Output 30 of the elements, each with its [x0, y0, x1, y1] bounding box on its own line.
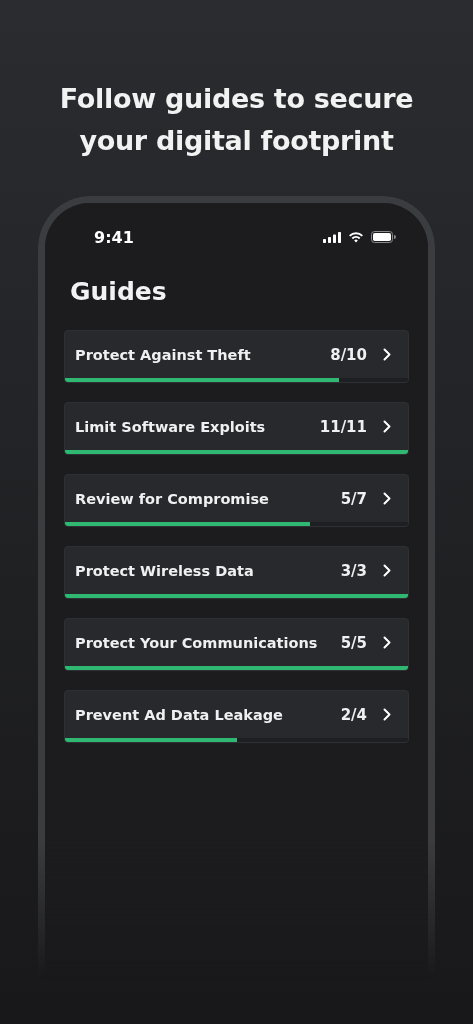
guide-card[interactable]: Prevent Ad Data Leakage 2/4	[64, 690, 409, 743]
signal-icon	[323, 231, 341, 243]
chevron-right-icon	[383, 708, 391, 721]
wifi-icon	[348, 231, 364, 243]
guide-progress-count: 2/4	[340, 705, 367, 724]
chevron-right-icon	[383, 492, 391, 505]
guide-card[interactable]: Review for Compromise 5/7	[64, 474, 409, 527]
guide-name: Protect Against Theft	[75, 346, 252, 363]
guide-card[interactable]: Limit Software Exploits 11/11	[64, 402, 409, 455]
chevron-right-icon	[383, 420, 391, 433]
guide-progress-count: 11/11	[319, 417, 367, 436]
battery-icon	[371, 231, 396, 243]
guide-card[interactable]: Protect Against Theft 8/10	[64, 330, 409, 383]
chevron-right-icon	[383, 348, 391, 361]
chevron-right-icon	[383, 564, 391, 577]
guide-name: Limit Software Exploits	[75, 418, 267, 435]
guide-progress-count: 5/5	[340, 633, 367, 652]
screen-title: Guides	[69, 276, 168, 308]
status-time: 9:41	[94, 227, 134, 247]
guide-name: Protect Your Communications	[75, 634, 319, 651]
guide-progress-count: 8/10	[330, 345, 367, 364]
headline: Follow guides to secure your digital footprint	[58, 82, 415, 158]
guide-progress-count: 5/7	[340, 489, 367, 508]
guide-name: Review for Compromise	[75, 490, 270, 507]
guide-name: Protect Wireless Data	[75, 562, 255, 579]
guide-progress-count: 3/3	[340, 561, 367, 580]
guide-card[interactable]: Protect Wireless Data 3/3	[64, 546, 409, 599]
chevron-right-icon	[383, 636, 391, 649]
guide-card[interactable]: Protect Your Communications 5/5	[64, 618, 409, 671]
guide-name: Prevent Ad Data Leakage	[75, 706, 284, 723]
